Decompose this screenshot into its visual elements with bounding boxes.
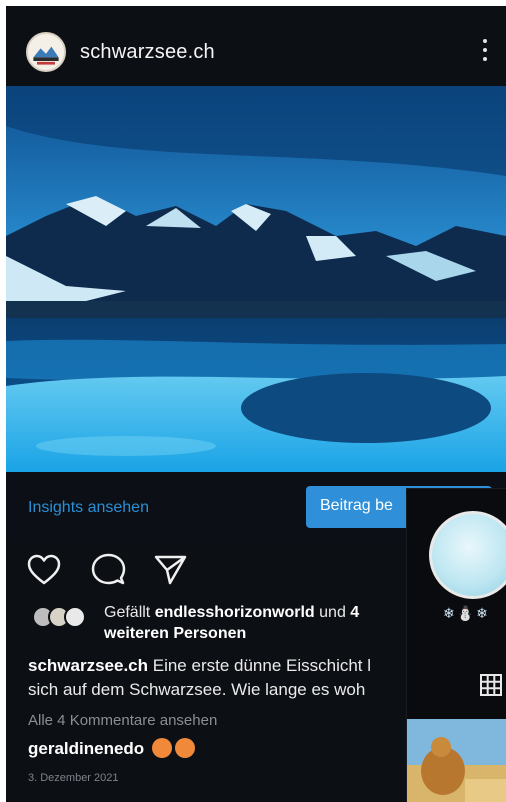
heart-icon[interactable] [26, 552, 62, 588]
post-date: 3. Dezember 2021 [28, 772, 119, 784]
view-all-comments-link[interactable]: Alle 4 Kommentare ansehen [28, 712, 217, 729]
avatar-logo-icon [29, 35, 63, 69]
post-username[interactable]: schwarzsee.ch [80, 41, 215, 64]
profile-avatar[interactable] [26, 32, 66, 72]
likes-suffix[interactable]: weiteren Personen [104, 625, 246, 642]
post-header: schwarzsee.ch [6, 6, 506, 86]
grid-thumbnail[interactable] [407, 719, 506, 802]
more-vertical-icon[interactable] [480, 36, 490, 68]
grid-icon[interactable] [479, 673, 503, 697]
likes-prefix: Gefällt [104, 604, 155, 621]
post-actions [6, 546, 406, 596]
app-frame: schwarzsee.ch Insights ansehen Beitrag b… [6, 6, 506, 802]
profile-preview-icons: ❄⛄❄ [443, 605, 490, 621]
liker-avatar [64, 606, 86, 628]
caption-line-1: Eine erste dünne Eisschicht l [148, 656, 372, 675]
insights-link[interactable]: Insights ansehen [28, 499, 149, 517]
post-caption[interactable]: schwarzsee.ch Eine erste dünne Eisschich… [28, 654, 418, 702]
likes-middle: und [314, 604, 351, 621]
send-icon[interactable] [152, 552, 188, 588]
emoji-icon [174, 738, 195, 758]
profile-preview-panel: ❄⛄❄ [406, 488, 506, 802]
post-photo[interactable] [6, 86, 506, 472]
comment-icon[interactable] [90, 552, 126, 588]
comment-row: geraldinenedo [28, 738, 195, 759]
lake-landscape-image [6, 86, 506, 472]
likes-user[interactable]: endlesshorizonworld [155, 604, 315, 621]
emoji-icon [151, 738, 172, 758]
profile-preview-avatar[interactable] [429, 511, 506, 599]
commenter-username[interactable]: geraldinenedo [28, 739, 144, 758]
likes-count[interactable]: 4 [350, 604, 359, 621]
caption-username[interactable]: schwarzsee.ch [28, 656, 148, 675]
caption-line-2: sich auf dem Schwarzsee. Wie lange es wo… [28, 680, 366, 699]
likes-text: Gefällt endlesshorizonworld und 4 weiter… [104, 602, 424, 644]
likes-summary[interactable]: Gefällt endlesshorizonworld und 4 weiter… [32, 600, 412, 646]
liker-avatars [32, 604, 102, 630]
